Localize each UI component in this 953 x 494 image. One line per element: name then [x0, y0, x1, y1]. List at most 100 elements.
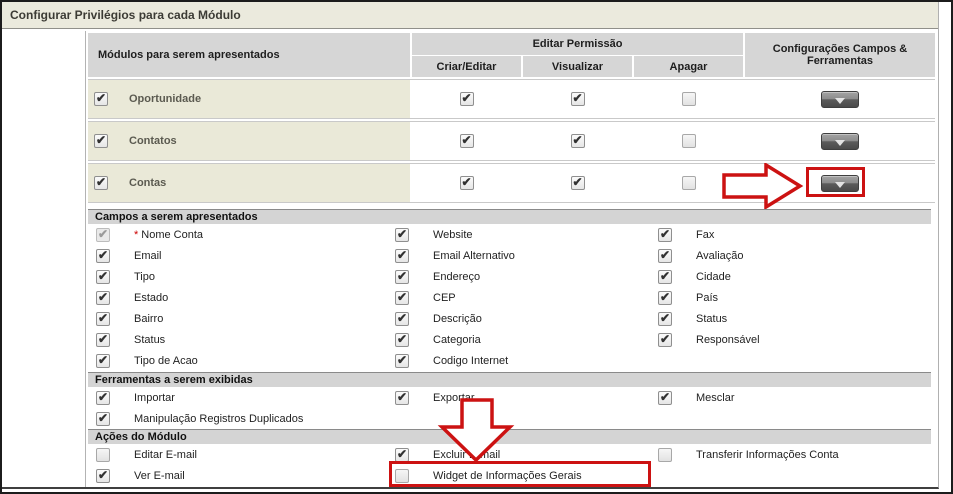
field-label: Estado [134, 292, 168, 304]
field-checkbox[interactable] [658, 270, 672, 284]
table-header: Módulos para serem apresentados Editar P… [88, 33, 935, 77]
column-header-delete: Apagar [634, 56, 743, 77]
tool-checkbox[interactable] [395, 391, 409, 405]
field-row: Email Email Alternativo Avaliação [88, 245, 935, 266]
module-checkbox[interactable] [94, 92, 108, 106]
column-header-modules: Módulos para serem apresentados [88, 33, 410, 77]
action-row: Editar E-mail Excluir E-mail Transferir … [88, 444, 935, 465]
chevron-down-icon [835, 98, 845, 104]
module-cell: Contatos [88, 122, 410, 160]
field-checkbox[interactable] [395, 249, 409, 263]
field-row: Estado CEP País [88, 287, 935, 308]
field-label: Fax [696, 229, 714, 241]
module-cell: Oportunidade [88, 80, 410, 118]
create-edit-checkbox[interactable] [460, 134, 474, 148]
field-checkbox[interactable] [658, 333, 672, 347]
action-label: Editar E-mail [134, 449, 197, 461]
column-header-visualize: Visualizar [523, 56, 632, 77]
module-label: Contas [129, 177, 166, 189]
column-header-create-edit: Criar/Editar [412, 56, 521, 77]
tool-checkbox[interactable] [658, 391, 672, 405]
field-label: Bairro [134, 313, 163, 325]
chevron-down-icon [835, 182, 845, 188]
tool-label: Mesclar [696, 392, 735, 404]
field-checkbox[interactable] [658, 228, 672, 242]
field-checkbox[interactable] [96, 270, 110, 284]
module-label: Contatos [129, 135, 177, 147]
delete-checkbox[interactable] [682, 92, 696, 106]
field-checkbox[interactable] [395, 270, 409, 284]
field-checkbox[interactable] [96, 249, 110, 263]
module-checkbox[interactable] [94, 134, 108, 148]
field-label: Tipo de Acao [134, 355, 198, 367]
module-label: Oportunidade [129, 93, 201, 105]
field-checkbox[interactable] [395, 228, 409, 242]
field-checkbox[interactable] [395, 291, 409, 305]
module-checkbox[interactable] [94, 176, 108, 190]
field-checkbox[interactable] [96, 291, 110, 305]
action-checkbox[interactable] [658, 448, 672, 462]
module-row-contatos: Contatos [88, 121, 935, 161]
visualize-checkbox[interactable] [571, 134, 585, 148]
action-checkbox[interactable] [96, 448, 110, 462]
field-label: Cidade [696, 271, 731, 283]
tool-row: Manipulação Registros Duplicados [88, 408, 935, 429]
checkbox-nome-conta [96, 228, 110, 242]
field-label: Website [433, 229, 473, 241]
action-row: Ver E-mail Widget de Informações Gerais [88, 465, 935, 486]
action-checkbox[interactable] [96, 469, 110, 483]
field-row: Bairro Descrição Status [88, 308, 935, 329]
tool-checkbox[interactable] [96, 412, 110, 426]
section-header-tools: Ferramentas a serem exibidas [88, 372, 931, 387]
field-row: Status Categoria Responsável [88, 329, 935, 350]
section-header-fields: Campos a serem apresentados [88, 209, 931, 224]
field-label: Endereço [433, 271, 480, 283]
field-row: * Nome Conta Website Fax [88, 224, 935, 245]
action-label: Excluir E-mail [433, 449, 500, 461]
checkbox-widget-informacoes-gerais[interactable] [395, 469, 409, 483]
field-checkbox[interactable] [395, 312, 409, 326]
tool-label: Importar [134, 392, 175, 404]
privileges-panel: Configurar Privilégios para cada Módulo … [2, 2, 939, 489]
create-edit-checkbox[interactable] [460, 176, 474, 190]
expand-config-button[interactable] [821, 91, 859, 108]
field-label: Descrição [433, 313, 482, 325]
field-label: Tipo [134, 271, 155, 283]
field-checkbox[interactable] [395, 333, 409, 347]
delete-checkbox[interactable] [682, 176, 696, 190]
chevron-down-icon [835, 140, 845, 146]
tool-checkbox[interactable] [96, 391, 110, 405]
action-checkbox[interactable] [395, 448, 409, 462]
module-row-contas: Contas [88, 163, 935, 203]
field-checkbox[interactable] [395, 354, 409, 368]
field-checkbox[interactable] [658, 291, 672, 305]
field-checkbox[interactable] [96, 333, 110, 347]
privileges-table: Módulos para serem apresentados Editar P… [85, 31, 938, 487]
delete-checkbox[interactable] [682, 134, 696, 148]
field-label: Categoria [433, 334, 481, 346]
field-label: Codigo Internet [433, 355, 508, 367]
field-checkbox[interactable] [658, 312, 672, 326]
field-label: Avaliação [696, 250, 744, 262]
field-label: Responsável [696, 334, 760, 346]
action-label: Widget de Informações Gerais [433, 470, 582, 482]
column-header-edit-permission: Editar Permissão [412, 33, 743, 55]
column-header-config: Configurações Campos & Ferramentas [745, 33, 935, 77]
module-row-oportunidade: Oportunidade [88, 79, 935, 119]
required-asterisk: * [134, 229, 138, 241]
create-edit-checkbox[interactable] [460, 92, 474, 106]
expand-config-button[interactable] [821, 133, 859, 150]
visualize-checkbox[interactable] [571, 92, 585, 106]
screenshot-frame: Configurar Privilégios para cada Módulo … [0, 0, 953, 494]
visualize-checkbox[interactable] [571, 176, 585, 190]
section-header-actions: Ações do Módulo [88, 429, 931, 444]
field-checkbox[interactable] [96, 312, 110, 326]
page-title: Configurar Privilégios para cada Módulo [2, 2, 938, 29]
tool-row: Importar Exportar Mesclar [88, 387, 935, 408]
expand-config-button-contas[interactable] [821, 175, 859, 192]
field-label: CEP [433, 292, 456, 304]
field-label: Nome Conta [141, 229, 203, 241]
field-label: País [696, 292, 718, 304]
field-checkbox[interactable] [658, 249, 672, 263]
field-checkbox[interactable] [96, 354, 110, 368]
